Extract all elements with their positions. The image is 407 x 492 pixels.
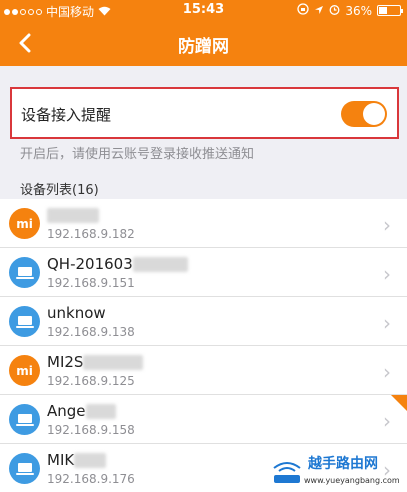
device-row[interactable]: Ange 192.168.9.158 › [0,395,407,444]
device-ip: 192.168.9.138 [47,325,135,339]
chevron-right-icon: › [383,262,391,286]
redacted-blur [132,257,188,272]
device-ip: 192.168.9.151 [47,276,135,290]
redacted-blur [83,355,144,370]
device-name: MIK [47,451,107,469]
laptop-icon [9,453,40,484]
page-title: 防蹭网 [178,37,229,57]
laptop-icon [9,306,40,337]
status-right: 36% [297,3,403,18]
device-ip: 192.168.9.182 [47,227,135,241]
watermark-title: 越手路由网 [308,456,378,472]
location-icon [314,4,324,18]
corner-tag [391,395,407,411]
device-name: MI2S [47,353,144,371]
chevron-right-icon: › [383,360,391,384]
device-name: unknow [47,304,106,322]
device-access-alert-row: 设备接入提醒 [10,87,399,139]
redacted-blur [47,208,99,223]
device-ip: 192.168.9.158 [47,423,135,437]
device-row[interactable]: mi 192.168.9.182 › [0,199,407,248]
chevron-right-icon: › [383,213,391,237]
device-list: mi 192.168.9.182 › QH-201603 192.168.9.1… [0,199,407,492]
chevron-right-icon: › [383,311,391,335]
chevron-right-icon: › [383,409,391,433]
laptop-icon [9,404,40,435]
toggle-knob [363,103,385,125]
alarm-icon [329,4,340,18]
device-row[interactable]: unknow 192.168.9.138 › [0,297,407,346]
site-watermark: 越手路由网 www.yueyangbang.com [268,450,407,492]
device-name [47,206,99,224]
status-bar: 中国移动 15:43 36% [0,0,407,20]
device-row[interactable]: mi MI2S 192.168.9.125 › [0,346,407,395]
router-logo-icon [273,462,301,483]
device-name: Ange [47,402,116,420]
device-access-alert-toggle[interactable] [341,101,387,127]
device-access-alert-label: 设备接入提醒 [21,106,112,124]
device-ip: 192.168.9.125 [47,374,135,388]
redacted-blur [74,453,107,468]
push-hint-text: 开启后，请使用云账号登录接收推送通知 [20,147,255,162]
watermark-url: www.yueyangbang.com [304,476,400,485]
battery-percent: 36% [345,3,372,18]
mi-icon: mi [9,355,40,386]
battery-icon [377,5,403,16]
mi-icon: mi [9,208,40,239]
redacted-blur [85,404,116,419]
nav-bar: 防蹭网 [0,20,407,66]
device-name: QH-201603 [47,255,188,273]
lock-rotation-icon [297,3,309,18]
device-ip: 192.168.9.176 [47,472,135,486]
laptop-icon [9,257,40,288]
device-list-header: 设备列表(16) [20,183,99,198]
device-row[interactable]: QH-201603 192.168.9.151 › [0,248,407,297]
